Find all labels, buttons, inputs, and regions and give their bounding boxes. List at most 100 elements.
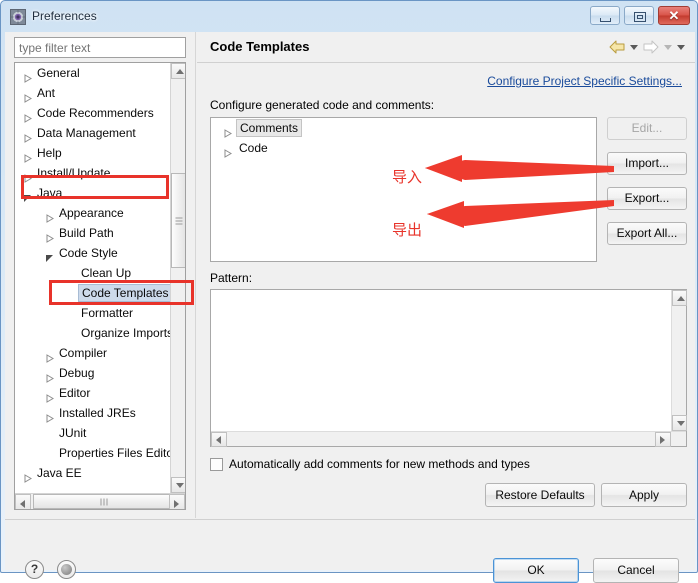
collapsed-triangle-icon[interactable] <box>45 369 54 383</box>
pattern-vertical-scrollbar[interactable] <box>671 290 687 431</box>
export-button[interactable]: Export... <box>607 187 687 210</box>
list-item-code[interactable]: Code <box>211 138 596 158</box>
expanded-triangle-icon[interactable] <box>23 189 32 202</box>
close-icon: ✕ <box>668 8 680 23</box>
apply-button[interactable]: Apply <box>601 483 687 507</box>
collapsed-triangle-icon[interactable] <box>223 144 232 164</box>
sidebar-item-editor[interactable]: Editor <box>15 383 171 403</box>
collapsed-triangle-icon[interactable] <box>23 149 32 163</box>
sidebar-item-compiler[interactable]: Compiler <box>15 343 171 363</box>
sidebar-item-java[interactable]: Java <box>15 183 171 203</box>
tree-vertical-scrollbar[interactable] <box>170 63 185 509</box>
list-item-comments[interactable]: Comments <box>211 118 596 138</box>
back-arrow-icon[interactable] <box>609 40 625 54</box>
forward-dropdown-icon <box>664 44 672 50</box>
edit-button[interactable]: Edit... <box>607 117 687 140</box>
close-button[interactable]: ✕ <box>658 6 690 25</box>
grip-icon <box>175 217 182 224</box>
export-all-button[interactable]: Export All... <box>607 222 687 245</box>
filter-input[interactable] <box>14 37 186 58</box>
maximize-button[interactable] <box>624 6 654 25</box>
sidebar-item-data-management[interactable]: Data Management <box>15 123 171 143</box>
collapsed-triangle-icon[interactable] <box>23 169 32 183</box>
auto-comments-checkbox[interactable] <box>210 457 223 471</box>
expanded-triangle-icon[interactable] <box>45 249 54 262</box>
preferences-sidebar: General Ant Code Recommenders Data Manageme… <box>5 32 195 518</box>
sidebar-item-label: Data Management <box>37 126 136 140</box>
list-item-label: Comments <box>236 119 303 137</box>
sidebar-item-label: Debug <box>59 366 95 380</box>
tree-hscroll-thumb[interactable] <box>33 494 175 509</box>
list-item-label: Code <box>239 141 268 155</box>
collapsed-triangle-icon[interactable] <box>45 209 54 223</box>
back-dropdown-icon[interactable] <box>630 44 638 50</box>
caret-up-icon <box>677 296 685 301</box>
page-title: Code Templates <box>210 39 310 54</box>
sidebar-item-label: Code Style <box>59 246 118 260</box>
sidebar-item-help[interactable]: Help <box>15 143 171 163</box>
code-templates-list[interactable]: Comments Code <box>210 117 597 262</box>
sidebar-item-junit[interactable]: JUnit <box>15 423 171 443</box>
auto-comments-label: Automatically add comments for new metho… <box>229 457 530 471</box>
sidebar-item-installed-jres[interactable]: Installed JREs <box>15 403 171 423</box>
tree-scroll-up-button[interactable] <box>171 63 185 79</box>
sidebar-item-label: Java EE <box>37 466 82 480</box>
annotation-label-import: 导入 <box>392 168 423 186</box>
collapsed-triangle-icon[interactable] <box>23 129 32 143</box>
page-nav-toolbar <box>609 39 685 55</box>
cancel-button[interactable]: Cancel <box>593 558 679 583</box>
sidebar-item-label: Properties Files Editor <box>59 446 171 460</box>
sidebar-item-java-ee[interactable]: Java EE <box>15 463 171 483</box>
collapsed-triangle-icon[interactable] <box>23 109 32 123</box>
sidebar-item-debug[interactable]: Debug <box>15 363 171 383</box>
collapsed-triangle-icon[interactable] <box>23 469 32 483</box>
pattern-horizontal-scrollbar[interactable] <box>211 431 686 447</box>
configure-project-specific-settings-link[interactable]: Configure Project Specific Settings... <box>487 74 682 88</box>
tree-scroll-left-button[interactable] <box>15 494 31 509</box>
sidebar-item-properties-files-editor[interactable]: Properties Files Editor <box>15 443 171 463</box>
help-icon[interactable]: ? <box>25 560 44 579</box>
pattern-scroll-right-button[interactable] <box>655 432 671 447</box>
sidebar-item-code-templates[interactable]: Code Templates <box>15 283 171 303</box>
collapsed-triangle-icon[interactable] <box>45 349 54 363</box>
import-button[interactable]: Import... <box>607 152 687 175</box>
collapsed-triangle-icon[interactable] <box>45 409 54 423</box>
pattern-scroll-down-button[interactable] <box>672 415 687 431</box>
pattern-scroll-up-button[interactable] <box>672 290 687 306</box>
sidebar-item-code-style[interactable]: Code Style <box>15 243 171 263</box>
grip-icon <box>100 498 108 505</box>
sidebar-item-ant[interactable]: Ant <box>15 83 171 103</box>
collapsed-triangle-icon[interactable] <box>45 389 54 403</box>
globe-icon[interactable] <box>57 560 76 579</box>
sidebar-item-appearance[interactable]: Appearance <box>15 203 171 223</box>
tree-scroll-thumb[interactable] <box>171 173 185 268</box>
auto-comments-checkbox-row[interactable]: Automatically add comments for new metho… <box>210 456 530 472</box>
minimize-button[interactable] <box>590 6 620 25</box>
title-bar: Preferences ✕ <box>1 1 698 32</box>
sidebar-item-formatter[interactable]: Formatter <box>15 303 171 323</box>
sidebar-item-organize-imports[interactable]: Organize Imports <box>15 323 171 343</box>
sidebar-item-clean-up[interactable]: Clean Up <box>15 263 171 283</box>
caret-left-icon <box>216 436 221 444</box>
preferences-tree[interactable]: General Ant Code Recommenders Data Manageme… <box>14 62 186 510</box>
collapsed-triangle-icon[interactable] <box>45 229 54 243</box>
caret-left-icon <box>20 500 25 508</box>
restore-defaults-button[interactable]: Restore Defaults <box>485 483 595 507</box>
panel-splitter[interactable] <box>195 32 196 518</box>
tree-horizontal-scrollbar[interactable] <box>15 493 185 509</box>
ok-button[interactable]: OK <box>493 558 579 583</box>
sidebar-item-build-path[interactable]: Build Path <box>15 223 171 243</box>
maximize-icon <box>634 12 646 22</box>
tree-scroll-down-button[interactable] <box>171 477 185 493</box>
pattern-textarea[interactable] <box>210 289 687 447</box>
sidebar-item-code-recommenders[interactable]: Code Recommenders <box>15 103 171 123</box>
tree-scroll-right-button[interactable] <box>169 494 185 509</box>
sidebar-item-general[interactable]: General <box>15 63 171 83</box>
collapsed-triangle-icon[interactable] <box>23 69 32 83</box>
view-menu-icon[interactable] <box>677 44 685 50</box>
sidebar-item-label: Ant <box>37 86 56 100</box>
sidebar-item-label: Code Recommenders <box>37 106 154 120</box>
collapsed-triangle-icon[interactable] <box>23 89 32 103</box>
pattern-scroll-left-button[interactable] <box>211 432 227 447</box>
sidebar-item-install-update[interactable]: Install/Update <box>15 163 171 183</box>
